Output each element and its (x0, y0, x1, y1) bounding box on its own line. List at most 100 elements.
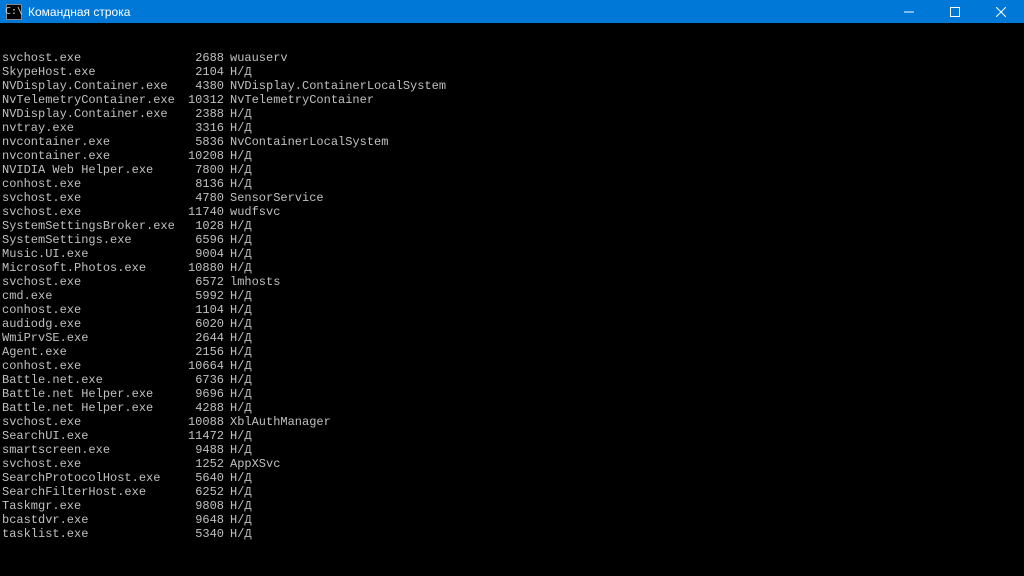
process-pid: 6020 (182, 317, 224, 331)
process-service: Н/Д (230, 121, 252, 135)
minimize-button[interactable] (886, 0, 932, 23)
process-row: Battle.net Helper.exe4288 Н/Д (2, 401, 1022, 415)
process-row: smartscreen.exe9488Н/Д (2, 443, 1022, 457)
process-name: svchost.exe (2, 191, 182, 205)
process-name: NVDisplay.Container.exe (2, 107, 182, 121)
process-name: NVDisplay.Container.exe (2, 79, 182, 93)
close-icon (996, 7, 1006, 17)
process-pid: 5992 (182, 289, 224, 303)
process-row: svchost.exe2688wuauserv (2, 51, 1022, 65)
titlebar[interactable]: C:\ Командная строка (0, 0, 1024, 23)
process-pid: 4288 (182, 401, 224, 415)
terminal-output[interactable]: svchost.exe2688wuauservSkypeHost.exe2104… (0, 23, 1024, 576)
process-name: svchost.exe (2, 51, 182, 65)
process-pid: 5340 (182, 527, 224, 541)
process-name: svchost.exe (2, 205, 182, 219)
process-row: Taskmgr.exe9808Н/Д (2, 499, 1022, 513)
process-name: NvTelemetryContainer.exe (2, 93, 182, 107)
process-row: WmiPrvSE.exe2644Н/Д (2, 331, 1022, 345)
process-service: Н/Д (230, 373, 252, 387)
process-name: cmd.exe (2, 289, 182, 303)
process-pid: 4380 (182, 79, 224, 93)
process-service: Н/Д (230, 401, 252, 415)
process-name: SearchFilterHost.exe (2, 485, 182, 499)
window-controls (886, 0, 1024, 23)
process-name: SystemSettingsBroker.exe (2, 219, 182, 233)
process-row: SearchUI.exe11472Н/Д (2, 429, 1022, 443)
process-row: bcastdvr.exe9648Н/Д (2, 513, 1022, 527)
process-service: AppXSvc (230, 457, 280, 471)
process-pid: 9696 (182, 387, 224, 401)
process-list: svchost.exe2688wuauservSkypeHost.exe2104… (2, 51, 1022, 541)
process-name: conhost.exe (2, 303, 182, 317)
process-service: Н/Д (230, 499, 252, 513)
process-row: svchost.exe6572lmhosts (2, 275, 1022, 289)
process-pid: 10312 (182, 93, 224, 107)
process-pid: 9808 (182, 499, 224, 513)
process-row: conhost.exe8136 Н/Д (2, 177, 1022, 191)
process-service: Н/Д (230, 387, 252, 401)
process-pid: 8136 (182, 177, 224, 191)
process-name: WmiPrvSE.exe (2, 331, 182, 345)
maximize-button[interactable] (932, 0, 978, 23)
process-row: audiodg.exe6020Н/Д (2, 317, 1022, 331)
process-row: Battle.net Helper.exe9696Н/Д (2, 387, 1022, 401)
process-row: tasklist.exe5340Н/Д (2, 527, 1022, 541)
process-name: SkypeHost.exe (2, 65, 182, 79)
minimize-icon (904, 7, 914, 17)
process-service: NvContainerLocalSystem (230, 135, 388, 149)
process-row: Microsoft.Photos.exe10880Н/Д (2, 261, 1022, 275)
process-name: svchost.exe (2, 275, 182, 289)
process-row: SearchFilterHost.exe6252Н/Д (2, 485, 1022, 499)
process-pid: 5836 (182, 135, 224, 149)
process-row: Music.UI.exe9004Н/Д (2, 247, 1022, 261)
process-service: Н/Д (230, 261, 252, 275)
process-pid: 2688 (182, 51, 224, 65)
process-pid: 3316 (182, 121, 224, 135)
process-name: SystemSettings.exe (2, 233, 182, 247)
process-pid: 1028 (182, 219, 224, 233)
process-service: NvTelemetryContainer (230, 93, 374, 107)
process-name: svchost.exe (2, 457, 182, 471)
process-name: SearchProtocolHost.exe (2, 471, 182, 485)
process-name: Music.UI.exe (2, 247, 182, 261)
process-pid: 10880 (182, 261, 224, 275)
process-name: tasklist.exe (2, 527, 182, 541)
process-pid: 6736 (182, 373, 224, 387)
process-row: nvtray.exe3316Н/Д (2, 121, 1022, 135)
process-service: Н/Д (230, 233, 252, 247)
process-service: Н/Д (230, 177, 252, 191)
process-pid: 2104 (182, 65, 224, 79)
process-name: conhost.exe (2, 177, 182, 191)
process-name: audiodg.exe (2, 317, 182, 331)
process-service: XblAuthManager (230, 415, 331, 429)
process-pid: 1104 (182, 303, 224, 317)
process-service: SensorService (230, 191, 324, 205)
process-pid: 6252 (182, 485, 224, 499)
process-service: Н/Д (230, 359, 252, 373)
process-row: NVDisplay.Container.exe2388Н/Д (2, 107, 1022, 121)
process-row: conhost.exe1104Н/Д (2, 303, 1022, 317)
process-service: Н/Д (230, 149, 252, 163)
process-pid: 10208 (182, 149, 224, 163)
process-service: Н/Д (230, 247, 252, 261)
process-name: SearchUI.exe (2, 429, 182, 443)
process-pid: 10088 (182, 415, 224, 429)
process-row: SkypeHost.exe2104Н/Д (2, 65, 1022, 79)
process-name: NVIDIA Web Helper.exe (2, 163, 182, 177)
process-pid: 10664 (182, 359, 224, 373)
process-row: Battle.net.exe6736Н/Д (2, 373, 1022, 387)
process-row: Agent.exe2156Н/Д (2, 345, 1022, 359)
process-row: SystemSettings.exe6596 Н/Д (2, 233, 1022, 247)
process-row: NvTelemetryContainer.exe10312 NvTelemetry… (2, 93, 1022, 107)
process-name: Battle.net Helper.exe (2, 401, 182, 415)
process-row: NVIDIA Web Helper.exe7800Н/Д (2, 163, 1022, 177)
process-pid: 11740 (182, 205, 224, 219)
close-button[interactable] (978, 0, 1024, 23)
process-name: Agent.exe (2, 345, 182, 359)
process-row: svchost.exe11740wudfsvc (2, 205, 1022, 219)
process-name: smartscreen.exe (2, 443, 182, 457)
process-service: Н/Д (230, 107, 252, 121)
process-service: Н/Д (230, 219, 252, 233)
process-pid: 6596 (182, 233, 224, 247)
